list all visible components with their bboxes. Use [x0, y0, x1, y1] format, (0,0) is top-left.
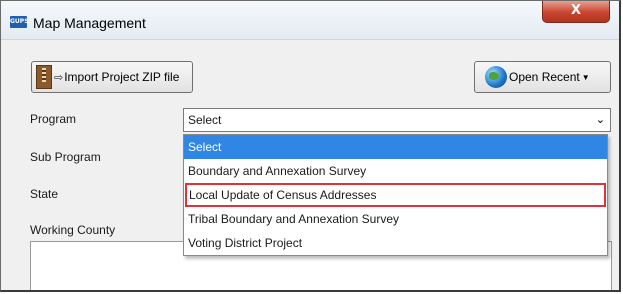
dropdown-option-tribal-bas[interactable]: Tribal Boundary and Annexation Survey: [184, 207, 607, 231]
globe-icon: [485, 66, 507, 88]
map-management-window: GUPS Map Management X ⇨ Import Project Z…: [0, 0, 621, 292]
title-bar: GUPS Map Management X: [1, 1, 619, 40]
import-zip-label: Import Project ZIP file: [64, 70, 180, 84]
subprogram-label: Sub Program: [30, 150, 101, 164]
program-dropdown-list: Select Boundary and Annexation Survey Lo…: [183, 134, 608, 256]
dropdown-option-select[interactable]: Select: [184, 135, 607, 159]
program-select-value: Select: [188, 113, 222, 127]
program-select[interactable]: Select ⌄: [183, 108, 611, 132]
import-arrow-icon: ⇨: [54, 71, 64, 84]
program-label: Program: [30, 112, 77, 126]
dropdown-option-voting-district[interactable]: Voting District Project: [184, 231, 607, 255]
open-recent-button[interactable]: Open Recent ▼: [474, 61, 611, 93]
window-title: Map Management: [33, 15, 146, 31]
dropdown-option-bas[interactable]: Boundary and Annexation Survey: [184, 159, 607, 183]
close-button[interactable]: X: [542, 1, 610, 23]
state-label: State: [30, 187, 59, 201]
import-zip-button[interactable]: ⇨ Import Project ZIP file: [31, 61, 193, 93]
zip-archive-icon: [36, 65, 52, 89]
chevron-down-icon: ▼: [581, 72, 590, 82]
app-logo-icon: GUPS: [10, 16, 29, 28]
dropdown-option-luca[interactable]: Local Update of Census Addresses: [185, 183, 606, 207]
dialog-content: ⇨ Import Project ZIP file Open Recent ▼ …: [18, 48, 612, 290]
open-recent-label: Open Recent: [509, 70, 580, 84]
chevron-down-icon: ⌄: [595, 113, 605, 126]
working-county-label: Working County: [30, 223, 116, 237]
